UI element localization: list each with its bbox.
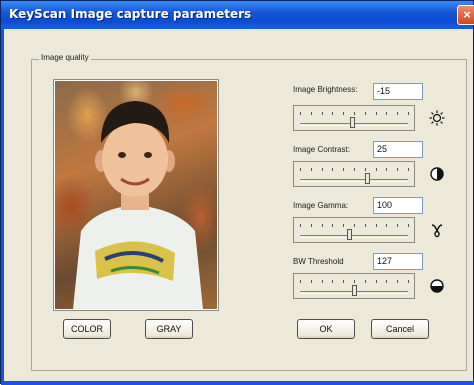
slider-tick — [322, 280, 323, 283]
captured-photo — [55, 81, 217, 309]
slider-tick — [365, 168, 366, 171]
slider-thumb[interactable] — [347, 229, 352, 240]
slider-tick — [354, 168, 355, 171]
slider-tick — [386, 280, 387, 283]
slider-tick — [311, 224, 312, 227]
gamma-input[interactable]: 100 — [373, 197, 423, 214]
slider-tick — [343, 224, 344, 227]
slider-tick — [300, 112, 301, 115]
slider-tick — [343, 112, 344, 115]
photo-subject — [73, 101, 203, 309]
slider-tick — [354, 224, 355, 227]
cancel-button[interactable]: Cancel — [371, 319, 429, 339]
slider-tick — [311, 112, 312, 115]
slider-tick — [386, 168, 387, 171]
slider-tick — [354, 112, 355, 115]
slider-track — [300, 235, 408, 238]
slider-tick — [365, 280, 366, 283]
slider-tick — [386, 224, 387, 227]
slider-tick — [408, 280, 409, 283]
slider-tick — [332, 168, 333, 171]
slider-tick — [322, 224, 323, 227]
window-frame-left — [1, 29, 4, 385]
gamma-slider[interactable] — [293, 217, 415, 243]
dialog-window: KeyScan Image capture parameters × Image… — [0, 0, 474, 385]
slider-tick — [408, 112, 409, 115]
slider-tick — [354, 280, 355, 283]
slider-tick — [300, 168, 301, 171]
slider-tick — [397, 280, 398, 283]
slider-tick — [322, 168, 323, 171]
slider-tick — [311, 280, 312, 283]
close-button[interactable]: × — [457, 5, 474, 25]
group-legend: Image quality — [39, 53, 91, 62]
contrast-label: Image Contrast: — [293, 145, 350, 154]
slider-tick — [397, 224, 398, 227]
brightness-label: Image Brightness: — [293, 85, 358, 94]
slider-tick — [376, 112, 377, 115]
slider-tick — [300, 280, 301, 283]
brightness-input[interactable]: -15 — [373, 83, 423, 100]
slider-tick — [332, 280, 333, 283]
slider-tick — [376, 168, 377, 171]
contrast-icon — [430, 167, 444, 181]
slider-tick — [343, 168, 344, 171]
title-bar[interactable]: KeyScan Image capture parameters × — [1, 1, 474, 29]
slider-track — [300, 179, 408, 182]
slider-tick — [365, 224, 366, 227]
threshold-label: BW Threshold — [293, 257, 344, 266]
slider-thumb[interactable] — [352, 285, 357, 296]
ok-button[interactable]: OK — [297, 319, 355, 339]
slider-thumb[interactable] — [350, 117, 355, 128]
slider-tick — [408, 168, 409, 171]
gray-button[interactable]: GRAY — [145, 319, 193, 339]
contrast-slider[interactable] — [293, 161, 415, 187]
sun-icon — [429, 110, 445, 126]
slider-thumb[interactable] — [365, 173, 370, 184]
gamma-label: Image Gamma: — [293, 201, 349, 210]
slider-tick — [397, 112, 398, 115]
slider-tick — [408, 224, 409, 227]
window-title: KeyScan Image capture parameters — [9, 7, 252, 21]
slider-tick — [376, 280, 377, 283]
slider-tick — [322, 112, 323, 115]
slider-tick — [386, 112, 387, 115]
gamma-icon — [431, 224, 443, 238]
slider-tick — [343, 280, 344, 283]
slider-tick — [365, 112, 366, 115]
threshold-icon — [430, 279, 444, 293]
contrast-input[interactable]: 25 — [373, 141, 423, 158]
slider-tick — [311, 168, 312, 171]
brightness-slider[interactable] — [293, 105, 415, 131]
slider-tick — [300, 224, 301, 227]
color-button[interactable]: COLOR — [63, 319, 111, 339]
threshold-input[interactable]: 127 — [373, 253, 423, 270]
slider-tick — [397, 168, 398, 171]
slider-tick — [332, 112, 333, 115]
window-frame-bottom — [1, 381, 474, 385]
threshold-slider[interactable] — [293, 273, 415, 299]
slider-tick — [376, 224, 377, 227]
slider-tick — [332, 224, 333, 227]
